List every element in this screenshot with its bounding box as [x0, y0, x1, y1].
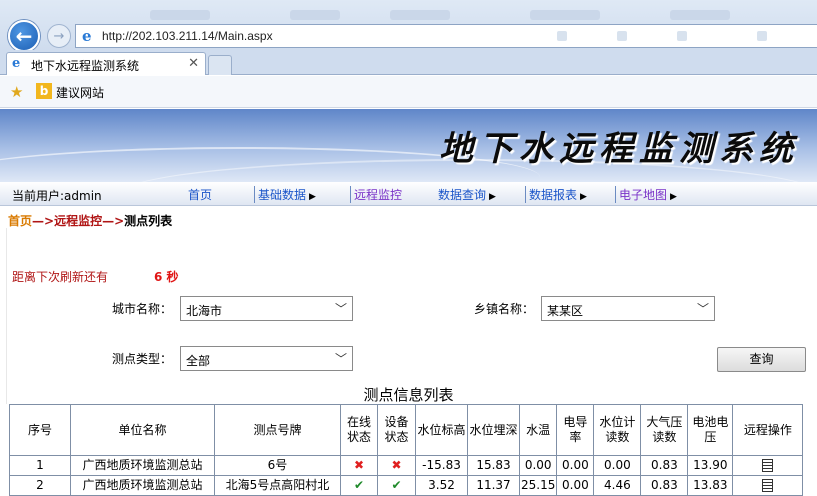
nav-data-report[interactable]: 数据报表 ▶ — [525, 186, 587, 203]
remote-operation-cell — [732, 475, 804, 496]
col-header: 电导率 — [556, 404, 595, 456]
nav-data-query[interactable]: 数据查询 ▶ — [438, 186, 496, 203]
address-bar[interactable]: e http://202.103.211.14/Main.aspx — [75, 24, 817, 48]
col-header: 单位名称 — [70, 404, 215, 456]
breadcrumb-home[interactable]: 首页 — [8, 214, 32, 228]
new-tab-button[interactable] — [208, 55, 232, 75]
current-user: 当前用户:admin — [12, 189, 102, 203]
nav-remote-monitoring[interactable]: 远程监控 — [350, 186, 402, 203]
nav-home[interactable]: 首页 — [188, 186, 212, 203]
table-title: 测点信息列表 — [363, 386, 454, 404]
col-header: 设备状态 — [377, 404, 416, 456]
submenu-arrow-icon: ▶ — [489, 192, 496, 202]
chevron-down-icon: ﹀ — [334, 302, 347, 316]
address-bar-controls — [537, 29, 817, 43]
browser-tab[interactable]: e 地下水远程监测系统 ✕ — [6, 52, 206, 75]
submenu-arrow-icon: ▶ — [670, 192, 677, 202]
table-row: 1 广西地质环境监测总站 6号 ✖ ✖ -15.83 15.83 0.00 0.… — [9, 455, 804, 476]
col-header: 序号 — [9, 404, 71, 456]
refresh-label: 距离下次刷新还有 — [12, 270, 109, 284]
town-select[interactable]: 某某区 ﹀ — [541, 296, 715, 321]
col-header: 水位标高 — [415, 404, 468, 456]
online-status-icon: ✔ — [340, 475, 378, 496]
city-label: 城市名称： — [112, 302, 173, 316]
col-header: 在线状态 — [340, 404, 378, 456]
page-banner: 地下水远程监测系统 — [0, 109, 817, 182]
favorites-star-icon[interactable]: ★ — [10, 83, 23, 101]
url-text: http://202.103.211.14/Main.aspx — [102, 29, 273, 43]
col-header: 远程操作 — [732, 404, 804, 456]
point-type-select[interactable]: 全部 ﹀ — [180, 346, 353, 371]
col-header: 水位计读数 — [593, 404, 642, 456]
device-ok-icon: ✔ — [377, 475, 416, 496]
table-row: 2 广西地质环境监测总站 北海5号点高阳村北 ✔ ✔ 3.52 11.37 25… — [9, 475, 804, 496]
chevron-down-icon: ﹀ — [696, 302, 709, 316]
point-type-label: 测点类型： — [112, 352, 173, 366]
ie-tab-icon: e — [12, 56, 21, 71]
breadcrumb: 首页—>远程监控—>测点列表 — [8, 214, 173, 228]
col-header: 电池电压 — [687, 404, 734, 456]
measurement-points-table: 序号 单位名称 测点号牌 在线状态 设备状态 水位标高 水位埋深 水温 电导率 … — [9, 404, 804, 496]
back-button[interactable]: ← — [8, 20, 40, 52]
refresh-countdown: 6 秒 — [154, 270, 179, 284]
tab-title: 地下水远程监测系统 — [31, 59, 140, 73]
offline-status-icon: ✖ — [340, 455, 378, 476]
table-header-row: 序号 单位名称 测点号牌 在线状态 设备状态 水位标高 水位埋深 水温 电导率 … — [9, 404, 804, 456]
col-header: 测点号牌 — [214, 404, 341, 456]
chevron-down-icon: ﹀ — [334, 352, 347, 366]
remote-operation-cell — [732, 455, 804, 476]
browser-toolbar: ← → e http://202.103.211.14/Main.aspx — [0, 0, 817, 52]
bing-icon: b — [36, 83, 52, 99]
remote-operation-icon[interactable] — [762, 479, 774, 492]
favorites-bar: ★ b 建议网站 — [0, 76, 817, 108]
main-nav: 当前用户:admin 首页 基础数据 ▶ 远程监控 数据查询 ▶ 数据报表 ▶ 电子地… — [0, 182, 817, 206]
nav-map[interactable]: 电子地图 ▶ — [615, 186, 677, 203]
query-button[interactable]: 查询 — [717, 347, 806, 372]
banner-title: 地下水远程监测系统 — [439, 129, 799, 169]
ie-logo-icon: e — [82, 27, 92, 45]
background-tabs — [150, 4, 817, 22]
col-header: 水位埋深 — [467, 404, 520, 456]
suggested-sites-link[interactable]: 建议网站 — [56, 84, 104, 101]
tab-strip: e 地下水远程监测系统 ✕ — [0, 50, 817, 75]
forward-button[interactable]: → — [47, 24, 71, 48]
device-error-icon: ✖ — [377, 455, 416, 476]
close-tab-icon[interactable]: ✕ — [188, 56, 199, 71]
town-label: 乡镇名称： — [474, 302, 535, 316]
col-header: 大气压读数 — [640, 404, 689, 456]
remote-operation-icon[interactable] — [762, 459, 774, 472]
breadcrumb-current: 测点列表 — [124, 214, 173, 228]
nav-basic-data[interactable]: 基础数据 ▶ — [254, 186, 316, 203]
submenu-arrow-icon: ▶ — [309, 192, 316, 202]
breadcrumb-remote[interactable]: 远程监控 — [54, 214, 102, 228]
col-header: 水温 — [518, 404, 558, 456]
submenu-arrow-icon: ▶ — [580, 192, 587, 202]
city-select[interactable]: 北海市 ﹀ — [180, 296, 353, 321]
